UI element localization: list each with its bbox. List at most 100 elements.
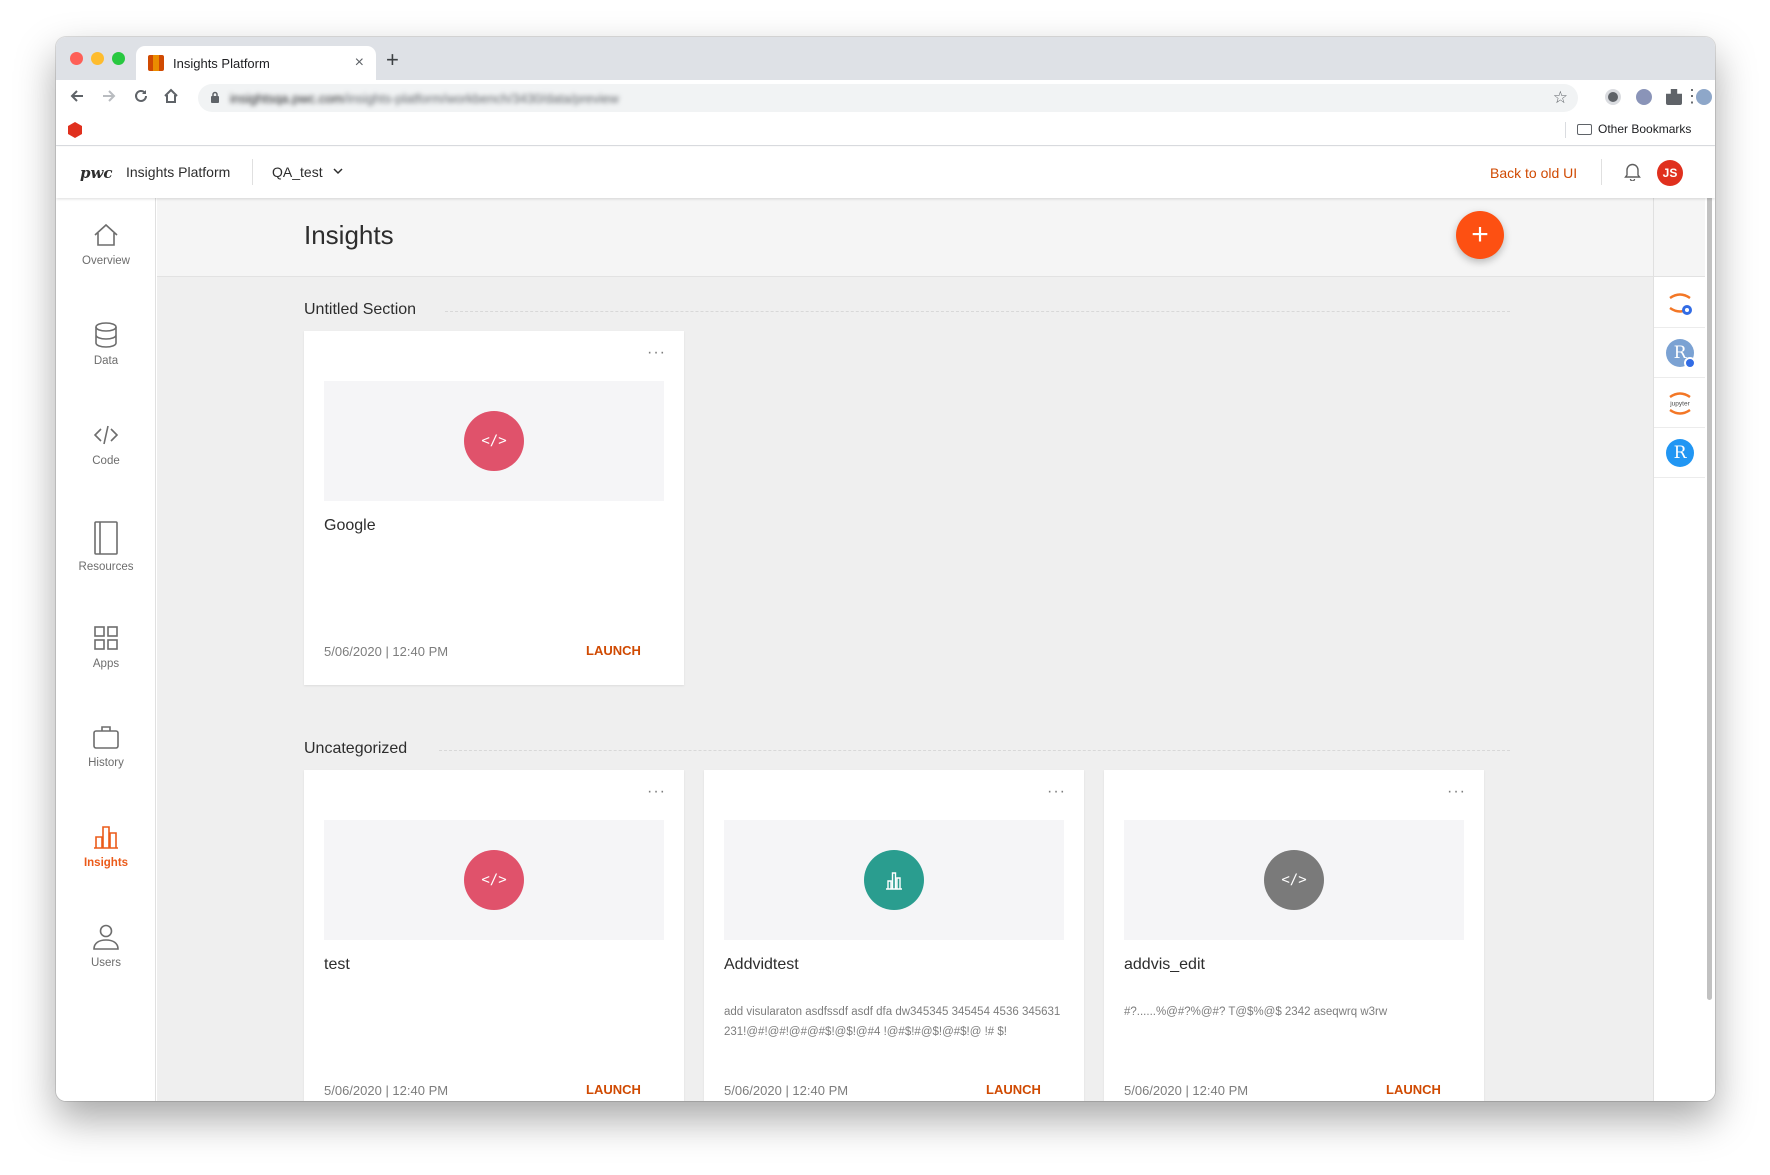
- avatar[interactable]: JS: [1657, 160, 1683, 186]
- launch-button[interactable]: LAUNCH: [1386, 1082, 1441, 1097]
- bell-icon[interactable]: [1624, 162, 1641, 182]
- back-arrow-icon[interactable]: [68, 87, 86, 110]
- card-description: add visularaton asdfssdf asdf dfa dw3453…: [724, 1006, 1061, 1038]
- workspace-name: QA_test: [272, 164, 323, 180]
- rail-header: [1654, 198, 1705, 277]
- sidebar-item-data[interactable]: Data: [56, 320, 156, 367]
- maximize-window-button[interactable]: [112, 52, 125, 65]
- app-header: pwc Insights Platform QA_test Back to ol…: [56, 147, 1715, 198]
- address-bar[interactable]: insightsqa.pwc.com/insights-platform/wor…: [198, 84, 1578, 112]
- more-options-icon[interactable]: ···: [1047, 784, 1066, 800]
- browser-menu-icon[interactable]: ⋮: [1683, 86, 1701, 107]
- page-scrollbar[interactable]: [1705, 148, 1715, 1101]
- url-text: insightsqa.pwc.com/insights-platform/wor…: [230, 90, 619, 106]
- card-thumbnail: </>: [324, 820, 664, 940]
- extension-circle-icon[interactable]: [1605, 89, 1621, 105]
- bookmarks-bar: Other Bookmarks: [56, 116, 1715, 146]
- sidebar-item-insights[interactable]: Insights: [56, 822, 156, 869]
- more-options-icon[interactable]: ···: [647, 345, 666, 361]
- chevron-down-icon: [333, 166, 343, 180]
- tab-close-icon[interactable]: ×: [355, 54, 364, 72]
- bookmarks-divider: [1565, 122, 1566, 138]
- bar-chart-icon: [94, 826, 118, 849]
- extension-me-icon[interactable]: [1636, 89, 1652, 105]
- sidebar-item-overview[interactable]: Overview: [56, 220, 156, 267]
- folder-icon: [1577, 123, 1592, 135]
- browser-tab[interactable]: Insights Platform ×: [136, 46, 376, 80]
- code-icon: </>: [464, 411, 524, 471]
- card-date: 5/06/2020 | 12:40 PM: [324, 644, 449, 659]
- sidebar-item-users[interactable]: Users: [56, 922, 156, 969]
- sidebar-item-apps[interactable]: Apps: [56, 623, 156, 670]
- minimize-window-button[interactable]: [91, 52, 104, 65]
- pwc-favicon-icon: [148, 55, 164, 71]
- sidebar: Overview Data Code Resources Apps Histor…: [56, 198, 156, 1101]
- window-controls: [70, 52, 125, 65]
- sidebar-item-label: Users: [90, 957, 122, 969]
- launch-button[interactable]: LAUNCH: [586, 1082, 641, 1097]
- app-name: Insights Platform: [126, 164, 231, 180]
- home-button-icon[interactable]: [162, 87, 180, 110]
- back-to-old-ui-link[interactable]: Back to old UI: [1490, 165, 1577, 181]
- sidebar-item-label: Code: [92, 455, 120, 467]
- other-bookmarks[interactable]: Other Bookmarks: [1577, 122, 1691, 136]
- bar-chart-icon: [864, 850, 924, 910]
- insight-card: ··· </> test 5/06/2020 | 12:40 PM LAUNCH: [304, 770, 684, 1101]
- insight-card: ··· Addvidtest add visularaton asdfssdf …: [704, 770, 1084, 1101]
- sidebar-item-label: Resources: [78, 561, 134, 573]
- jupyter-icon: jupyter: [1669, 391, 1691, 415]
- svg-text:jupyter: jupyter: [1669, 400, 1690, 407]
- card-title: Addvidtest: [724, 956, 799, 973]
- header-divider: [252, 159, 253, 185]
- r-k8s-launcher[interactable]: R: [1654, 328, 1706, 378]
- more-options-icon[interactable]: ···: [647, 784, 666, 800]
- card-thumbnail: </>: [324, 381, 664, 501]
- card-title: test: [324, 956, 350, 973]
- page-header: Insights +: [157, 198, 1653, 277]
- workspace-selector[interactable]: QA_test: [272, 164, 343, 180]
- sidebar-item-code[interactable]: Code: [56, 420, 156, 467]
- header-divider-right: [1601, 159, 1602, 185]
- bookmark-star-icon[interactable]: ☆: [1553, 88, 1568, 108]
- close-window-button[interactable]: [70, 52, 83, 65]
- card-date: 5/06/2020 | 12:40 PM: [724, 1083, 849, 1098]
- r-launcher[interactable]: R: [1654, 428, 1706, 478]
- card-thumbnail: </>: [1124, 820, 1464, 940]
- browser-toolbar: insightsqa.pwc.com/insights-platform/wor…: [56, 80, 1715, 116]
- pwc-logo[interactable]: pwc: [80, 164, 113, 182]
- reload-icon[interactable]: [132, 87, 150, 110]
- puzzle-icon[interactable]: [1666, 89, 1682, 105]
- insight-card: ··· </> addvis_edit #?......%@#?%@#? T@$…: [1104, 770, 1484, 1101]
- tab-strip: Insights Platform × +: [56, 37, 1715, 80]
- sidebar-item-resources[interactable]: Resources: [56, 520, 156, 573]
- code-icon: </>: [464, 850, 524, 910]
- code-icon: </>: [1264, 850, 1324, 910]
- section-divider: [445, 311, 1510, 312]
- jupyter-launcher[interactable]: jupyter: [1654, 378, 1706, 428]
- app-bookmark-icon[interactable]: [68, 122, 82, 138]
- sidebar-item-label: History: [88, 757, 124, 769]
- more-options-icon[interactable]: ···: [1447, 784, 1466, 800]
- user-icon: [93, 924, 119, 950]
- jupyter-k8s-icon: [1669, 292, 1692, 315]
- section-title: Untitled Section: [304, 301, 417, 318]
- launch-button[interactable]: LAUNCH: [986, 1082, 1041, 1097]
- code-icon: [93, 425, 119, 445]
- jupyter-k8s-launcher[interactable]: [1654, 278, 1706, 328]
- sidebar-item-history[interactable]: History: [56, 722, 156, 769]
- section-divider: [439, 750, 1510, 751]
- scrollbar-thumb[interactable]: [1707, 192, 1712, 1000]
- new-tab-button[interactable]: +: [386, 47, 399, 73]
- add-insight-button[interactable]: +: [1456, 211, 1504, 259]
- sidebar-item-label: Apps: [92, 658, 120, 670]
- tab-title: Insights Platform: [173, 55, 270, 71]
- forward-arrow-icon[interactable]: [100, 87, 118, 110]
- sidebar-item-label: Data: [93, 355, 119, 367]
- database-icon: [95, 322, 117, 348]
- grid-icon: [94, 626, 118, 650]
- book-icon: [94, 521, 118, 555]
- home-icon: [94, 223, 118, 246]
- launch-button[interactable]: LAUNCH: [586, 643, 641, 658]
- card-date: 5/06/2020 | 12:40 PM: [1124, 1083, 1249, 1098]
- tools-rail: R jupyter R: [1653, 198, 1706, 1101]
